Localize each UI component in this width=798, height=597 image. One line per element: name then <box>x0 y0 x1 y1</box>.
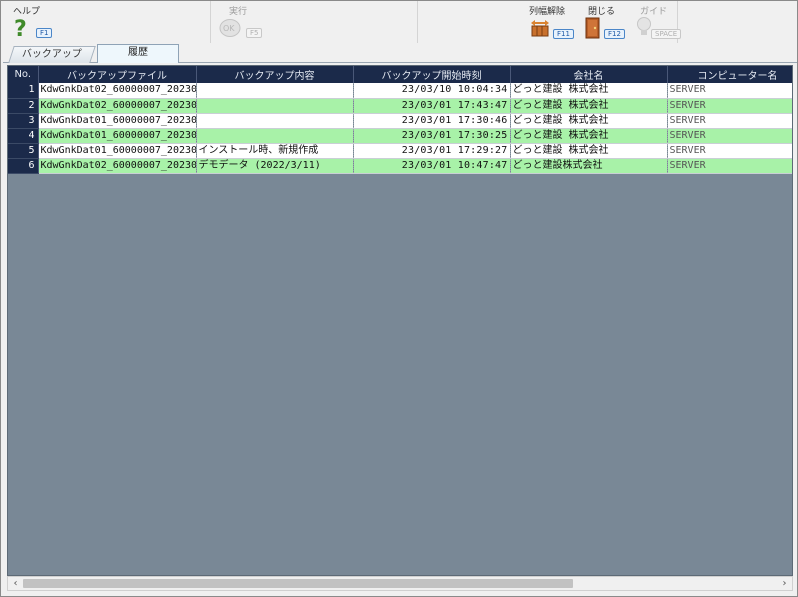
start-time-cell[interactable]: 23/03/01 17:29:27 <box>353 143 511 159</box>
table-row[interactable]: 6 KdwGnkDat02_60000007_202303( デモデータ (20… <box>8 158 792 174</box>
column-width-icon[interactable] <box>530 18 552 38</box>
f11-key-badge: F11 <box>553 29 574 39</box>
company-cell[interactable]: どっと建設 株式会社 <box>510 113 668 129</box>
scroll-right-icon[interactable]: › <box>777 577 792 590</box>
tab-history-label: 履歴 <box>128 47 148 58</box>
history-table: No. バックアップファイル バックアップ内容 バックアップ開始時刻 会社名 コ… <box>8 66 792 174</box>
table-row[interactable]: 4 KdwGnkDat01_60000007_202303( 23/03/01 … <box>8 128 792 144</box>
help-group: ヘルプ ? F1 <box>3 1 211 43</box>
svg-text:?: ? <box>14 17 27 39</box>
company-cell[interactable]: どっと建設 株式会社 <box>510 128 668 144</box>
backup-file-cell[interactable]: KdwGnkDat01_60000007_202303( <box>38 128 197 144</box>
row-number: 6 <box>8 158 39 174</box>
computer-cell[interactable]: SERVER <box>667 98 792 114</box>
start-time-cell[interactable]: 23/03/01 17:30:25 <box>353 128 511 144</box>
scrollbar-thumb[interactable] <box>23 579 573 588</box>
computer-cell[interactable]: SERVER <box>667 83 792 99</box>
computer-cell[interactable]: SERVER <box>667 143 792 159</box>
backup-file-cell[interactable]: KdwGnkDat02_60000007_202303 <box>38 83 197 99</box>
backup-content-cell[interactable] <box>196 98 354 114</box>
row-number: 2 <box>8 98 39 114</box>
start-time-cell[interactable]: 23/03/10 10:04:34 <box>353 83 511 99</box>
backup-content-cell[interactable] <box>196 83 354 99</box>
history-grid[interactable]: No. バックアップファイル バックアップ内容 バックアップ開始時刻 会社名 コ… <box>7 65 793 576</box>
f12-key-badge: F12 <box>604 29 625 39</box>
row-number: 3 <box>8 113 39 129</box>
tab-history[interactable]: 履歴 <box>97 44 179 63</box>
space-key-badge: SPACE <box>651 29 682 39</box>
question-mark-icon[interactable]: ? <box>11 17 33 42</box>
door-exit-icon[interactable] <box>584 17 602 39</box>
company-cell[interactable]: どっと建設 株式会社 <box>510 83 668 99</box>
table-row[interactable]: 1 KdwGnkDat02_60000007_202303 23/03/10 1… <box>8 83 792 99</box>
col-header-company[interactable]: 会社名 <box>510 66 668 83</box>
col-header-backup-file[interactable]: バックアップファイル <box>38 66 197 83</box>
row-number: 1 <box>8 83 39 99</box>
start-time-cell[interactable]: 23/03/01 17:30:46 <box>353 113 511 129</box>
row-number: 4 <box>8 128 39 144</box>
tab-strip: バックアップ 履歴 <box>3 43 797 63</box>
header-row: No. バックアップファイル バックアップ内容 バックアップ開始時刻 会社名 コ… <box>8 66 792 83</box>
f1-key-badge: F1 <box>36 28 53 38</box>
start-time-cell[interactable]: 23/03/01 10:47:47 <box>353 158 511 174</box>
backup-file-cell[interactable]: KdwGnkDat02_60000007_202303( <box>38 158 197 174</box>
backup-file-cell[interactable]: KdwGnkDat01_60000007_202303( <box>38 113 197 129</box>
backup-content-cell[interactable]: デモデータ (2022/3/11) <box>196 158 354 174</box>
row-number: 5 <box>8 143 39 159</box>
close-label: 閉じる <box>588 7 616 17</box>
table-row[interactable]: 3 KdwGnkDat01_60000007_202303( 23/03/01 … <box>8 113 792 129</box>
run-group: 実行 OK F5 <box>211 1 418 43</box>
computer-cell[interactable]: SERVER <box>667 113 792 129</box>
table-row[interactable]: 2 KdwGnkDat02_60000007_202303( 23/03/01 … <box>8 98 792 114</box>
computer-cell[interactable]: SERVER <box>667 158 792 174</box>
col-header-no[interactable]: No. <box>8 66 39 83</box>
computer-cell[interactable]: SERVER <box>667 128 792 144</box>
company-cell[interactable]: どっと建設株式会社 <box>510 158 668 174</box>
col-header-start-time[interactable]: バックアップ開始時刻 <box>353 66 511 83</box>
col-header-backup-content[interactable]: バックアップ内容 <box>196 66 354 83</box>
backup-content-cell[interactable] <box>196 128 354 144</box>
backup-file-cell[interactable]: KdwGnkDat01_60000007_202303( <box>38 143 197 159</box>
scroll-left-icon[interactable]: ‹ <box>8 577 23 590</box>
right-group: 列幅解除 F11 閉じる F12 ガイド SPACE <box>418 1 682 43</box>
app-window: ヘルプ ? F1 実行 OK F5 列幅解除 F11 閉じる F12 ガイド S… <box>0 0 798 597</box>
tab-backup-label: バックアップ <box>21 49 82 60</box>
backup-content-cell[interactable] <box>196 113 354 129</box>
lightbulb-icon[interactable] <box>636 16 652 38</box>
backup-content-cell[interactable]: インストール時、新規作成 <box>196 143 354 159</box>
start-time-cell[interactable]: 23/03/01 17:43:47 <box>353 98 511 114</box>
company-cell[interactable]: どっと建設 株式会社 <box>510 98 668 114</box>
tab-backup[interactable]: バックアップ <box>8 46 96 63</box>
run-label: 実行 <box>229 7 248 17</box>
f5-key-badge: F5 <box>246 28 263 38</box>
reset-columns-label: 列幅解除 <box>529 7 566 17</box>
horizontal-scrollbar[interactable]: ‹ › <box>7 576 793 591</box>
col-header-computer[interactable]: コンピューター名 <box>667 66 792 83</box>
svg-text:OK: OK <box>223 24 235 33</box>
help-label: ヘルプ <box>13 7 41 17</box>
toolbar: ヘルプ ? F1 実行 OK F5 列幅解除 F11 閉じる F12 ガイド S… <box>3 1 797 43</box>
ok-icon[interactable]: OK <box>219 18 241 38</box>
company-cell[interactable]: どっと建設 株式会社 <box>510 143 668 159</box>
backup-file-cell[interactable]: KdwGnkDat02_60000007_202303( <box>38 98 197 114</box>
table-row[interactable]: 5 KdwGnkDat01_60000007_202303( インストール時、新… <box>8 143 792 159</box>
